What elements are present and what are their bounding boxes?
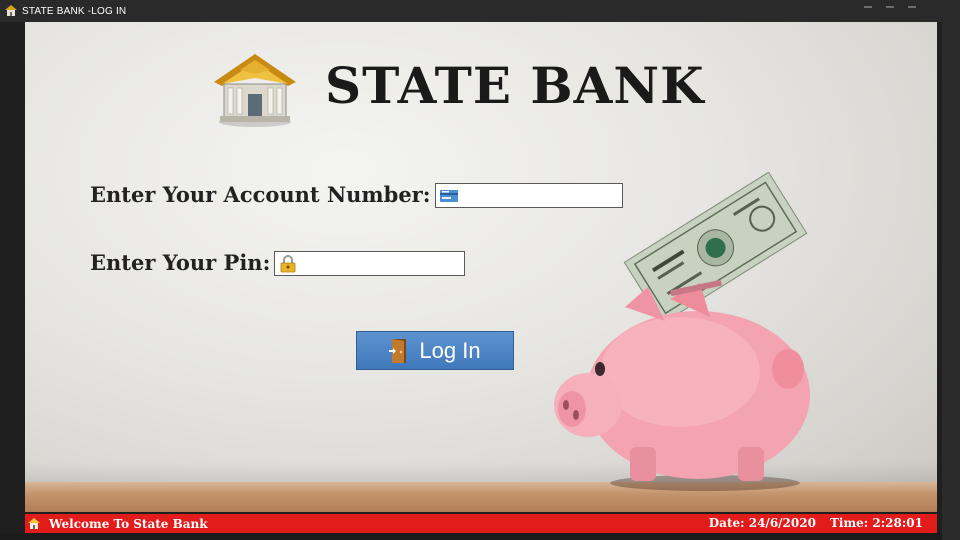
window-controls: [864, 6, 916, 8]
minimize-button[interactable]: [864, 6, 872, 8]
bank-app-icon: [5, 5, 17, 16]
window-title: STATE BANK -LOG IN: [22, 5, 127, 17]
bank-card-icon: [440, 189, 458, 202]
padlock-icon: [280, 254, 296, 272]
pin-label: Enter Your Pin:: [90, 250, 271, 275]
status-time: Time: 2:28:01: [829, 516, 923, 530]
title-bar[interactable]: STATE BANK -LOG IN: [0, 0, 942, 22]
window-bottom-border: [0, 533, 942, 540]
account-number-label: Enter Your Account Number:: [90, 182, 431, 207]
maximize-button[interactable]: [886, 6, 894, 8]
piggy-bank-image: [554, 280, 810, 491]
bank-status-icon: [28, 517, 40, 529]
account-number-input[interactable]: [459, 185, 643, 206]
status-date: Date: 24/6/2020: [708, 516, 816, 530]
status-datetime: Date: 24/6/2020 Time: 2:28:01: [709, 516, 923, 530]
status-bar: Welcome To State Bank Date: 24/6/2020 Ti…: [25, 514, 937, 533]
close-button[interactable]: [908, 6, 916, 8]
login-panel: STATE BANK Enter Your Account Number: En…: [25, 22, 937, 512]
bank-name-heading: STATE BANK: [325, 56, 705, 115]
login-button[interactable]: Log In: [356, 331, 514, 370]
app-window: STATE BANK -LOG IN STATE BANK Enter Your…: [0, 0, 942, 540]
account-number-field[interactable]: [435, 183, 643, 208]
bank-house-icon: [214, 54, 296, 127]
pin-input[interactable]: [298, 253, 482, 274]
pin-field[interactable]: [274, 251, 482, 276]
door-icon: [389, 338, 407, 363]
welcome-message: Welcome To State Bank: [49, 516, 208, 531]
login-button-label: Log In: [419, 337, 481, 363]
